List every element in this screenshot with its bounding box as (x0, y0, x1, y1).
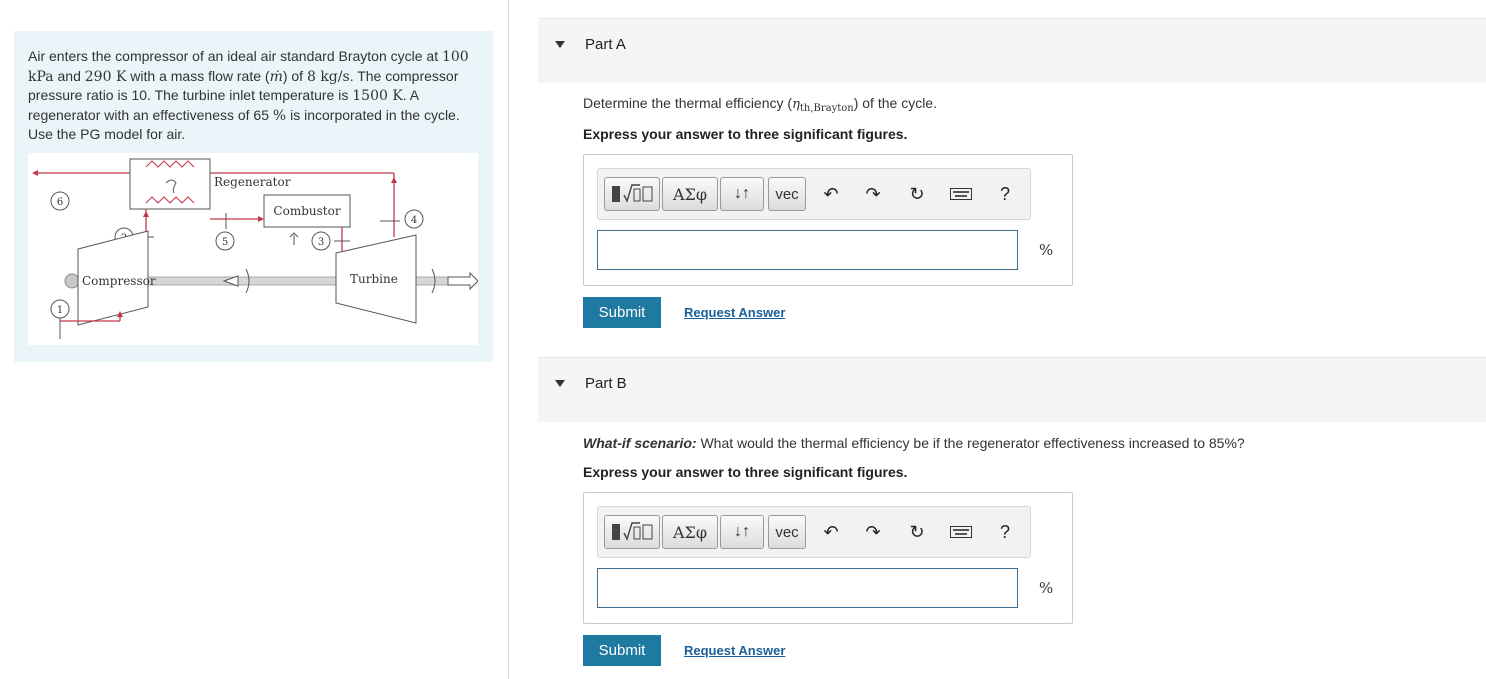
heat-input-arrow (289, 232, 299, 245)
mass-flow-symbol: ṁ (269, 68, 283, 85)
state-6-label: 6 (57, 197, 63, 208)
collapse-caret-icon[interactable] (555, 380, 565, 387)
vec-label: vec (775, 185, 799, 203)
flow-arrow (391, 177, 397, 183)
temperature-value: 290 K (84, 68, 127, 85)
arrows-label: ↓↑ (734, 523, 750, 540)
state-1-label: 1 (57, 305, 63, 316)
greek-symbols-button[interactable]: ΑΣφ (662, 177, 718, 211)
part-b-title: Part B (585, 375, 627, 392)
regenerator-label: Regenerator (214, 175, 291, 189)
part-b-instruction: Express your answer to three significant… (583, 464, 908, 480)
combustor-label: Combustor (273, 204, 340, 218)
greek-label: ΑΣφ (672, 184, 708, 204)
panel-divider (508, 0, 509, 679)
math-toolbar: ΑΣφ ↓↑ vec ↶ ↷ ↻ ? (597, 506, 1031, 558)
submit-label: Submit (598, 642, 646, 659)
state-5-label: 5 (222, 237, 228, 248)
keyboard-icon[interactable] (948, 181, 974, 207)
problem-text-part: with a mass flow rate ( (126, 67, 270, 84)
vec-label: vec (775, 523, 799, 541)
state-4-label: 4 (411, 215, 417, 226)
flow-arrow (143, 211, 149, 217)
problem-statement: Air enters the compressor of an ideal ai… (28, 47, 483, 144)
part-a-question: Determine the thermal efficiency (ηth,Br… (583, 95, 937, 114)
fraction-sqrt-icon (612, 522, 653, 541)
inlet-temperature-value: 1500 K (352, 88, 403, 104)
part-b-answer-input[interactable] (597, 568, 1018, 608)
state-3-label: 3 (318, 237, 324, 248)
greek-symbols-button[interactable]: ΑΣφ (662, 515, 718, 549)
part-b-answer-box: ΑΣφ ↓↑ vec ↶ ↷ ↻ ? % (583, 492, 1073, 624)
templates-button[interactable] (604, 515, 660, 549)
fraction-sqrt-icon (612, 184, 653, 203)
undo-icon[interactable]: ↶ (818, 181, 844, 207)
arrows-label: ↓↑ (734, 185, 750, 202)
collapse-caret-icon[interactable] (555, 41, 565, 48)
part-b-header[interactable]: Part B (538, 357, 1486, 422)
brayton-cycle-diagram: Regenerator 6 2 5 Combustor 3 (28, 153, 479, 345)
part-a-answer-box: ΑΣφ ↓↑ vec ↶ ↷ ↻ ? % (583, 154, 1073, 286)
greek-label: ΑΣφ (672, 522, 708, 542)
submit-label: Submit (598, 304, 646, 321)
subscript-superscript-button[interactable]: ↓↑ (720, 177, 764, 211)
part-a-answer-input[interactable] (597, 230, 1018, 270)
math-toolbar: ΑΣφ ↓↑ vec ↶ ↷ ↻ ? (597, 168, 1031, 220)
reset-icon[interactable]: ↻ (904, 519, 930, 545)
subscript-superscript-button[interactable]: ↓↑ (720, 515, 764, 549)
part-a-header[interactable]: Part A (538, 18, 1486, 83)
eta-symbol: η (792, 97, 800, 112)
redo-icon[interactable]: ↷ (860, 181, 886, 207)
part-a-instruction: Express your answer to three significant… (583, 126, 908, 142)
redo-icon[interactable]: ↷ (860, 519, 886, 545)
help-icon[interactable]: ? (992, 181, 1018, 207)
flow-arrow (32, 170, 38, 176)
undo-icon[interactable]: ↶ (818, 519, 844, 545)
keyboard-icon[interactable] (948, 519, 974, 545)
part-b-unit: % (1039, 579, 1054, 597)
question-text: Determine the thermal efficiency ( (583, 95, 793, 111)
vector-button[interactable]: vec (768, 515, 806, 549)
what-if-label: What-if scenario: (583, 435, 697, 451)
help-label: ? (999, 183, 1010, 204)
flow-arrow (258, 216, 264, 222)
help-label: ? (999, 521, 1010, 542)
part-b-question: What-if scenario: What would the thermal… (583, 435, 1245, 451)
help-icon[interactable]: ? (992, 519, 1018, 545)
turbine-label: Turbine (350, 272, 398, 286)
part-a-request-answer-link[interactable]: Request Answer (684, 305, 785, 320)
reset-icon[interactable]: ↻ (904, 181, 930, 207)
percent-symbol: % (272, 107, 287, 124)
part-b-submit-button[interactable]: Submit (583, 635, 661, 666)
part-a-title: Part A (585, 36, 626, 53)
eta-subscript: th,Brayton (799, 103, 854, 114)
part-b-request-answer-link[interactable]: Request Answer (684, 643, 785, 658)
templates-button[interactable] (604, 177, 660, 211)
question-text: ) of the cycle. (853, 95, 937, 111)
mass-flow-value: 8 kg/s (306, 68, 350, 85)
question-text: What would the thermal efficiency be if … (696, 435, 1245, 451)
diagram-svg: Regenerator 6 2 5 Combustor 3 (32, 158, 479, 339)
problem-text-part: ) of (282, 67, 307, 84)
problem-panel: Air enters the compressor of an ideal ai… (14, 31, 493, 362)
part-a-unit: % (1039, 241, 1054, 259)
compressor-label: Compressor (82, 274, 156, 288)
part-a-submit-button[interactable]: Submit (583, 297, 661, 328)
problem-text-part: Air enters the compressor of an ideal ai… (28, 48, 442, 64)
problem-text-part: and (53, 67, 85, 84)
vector-button[interactable]: vec (768, 177, 806, 211)
shaft-end (64, 273, 80, 289)
work-output-arrow (447, 271, 479, 291)
